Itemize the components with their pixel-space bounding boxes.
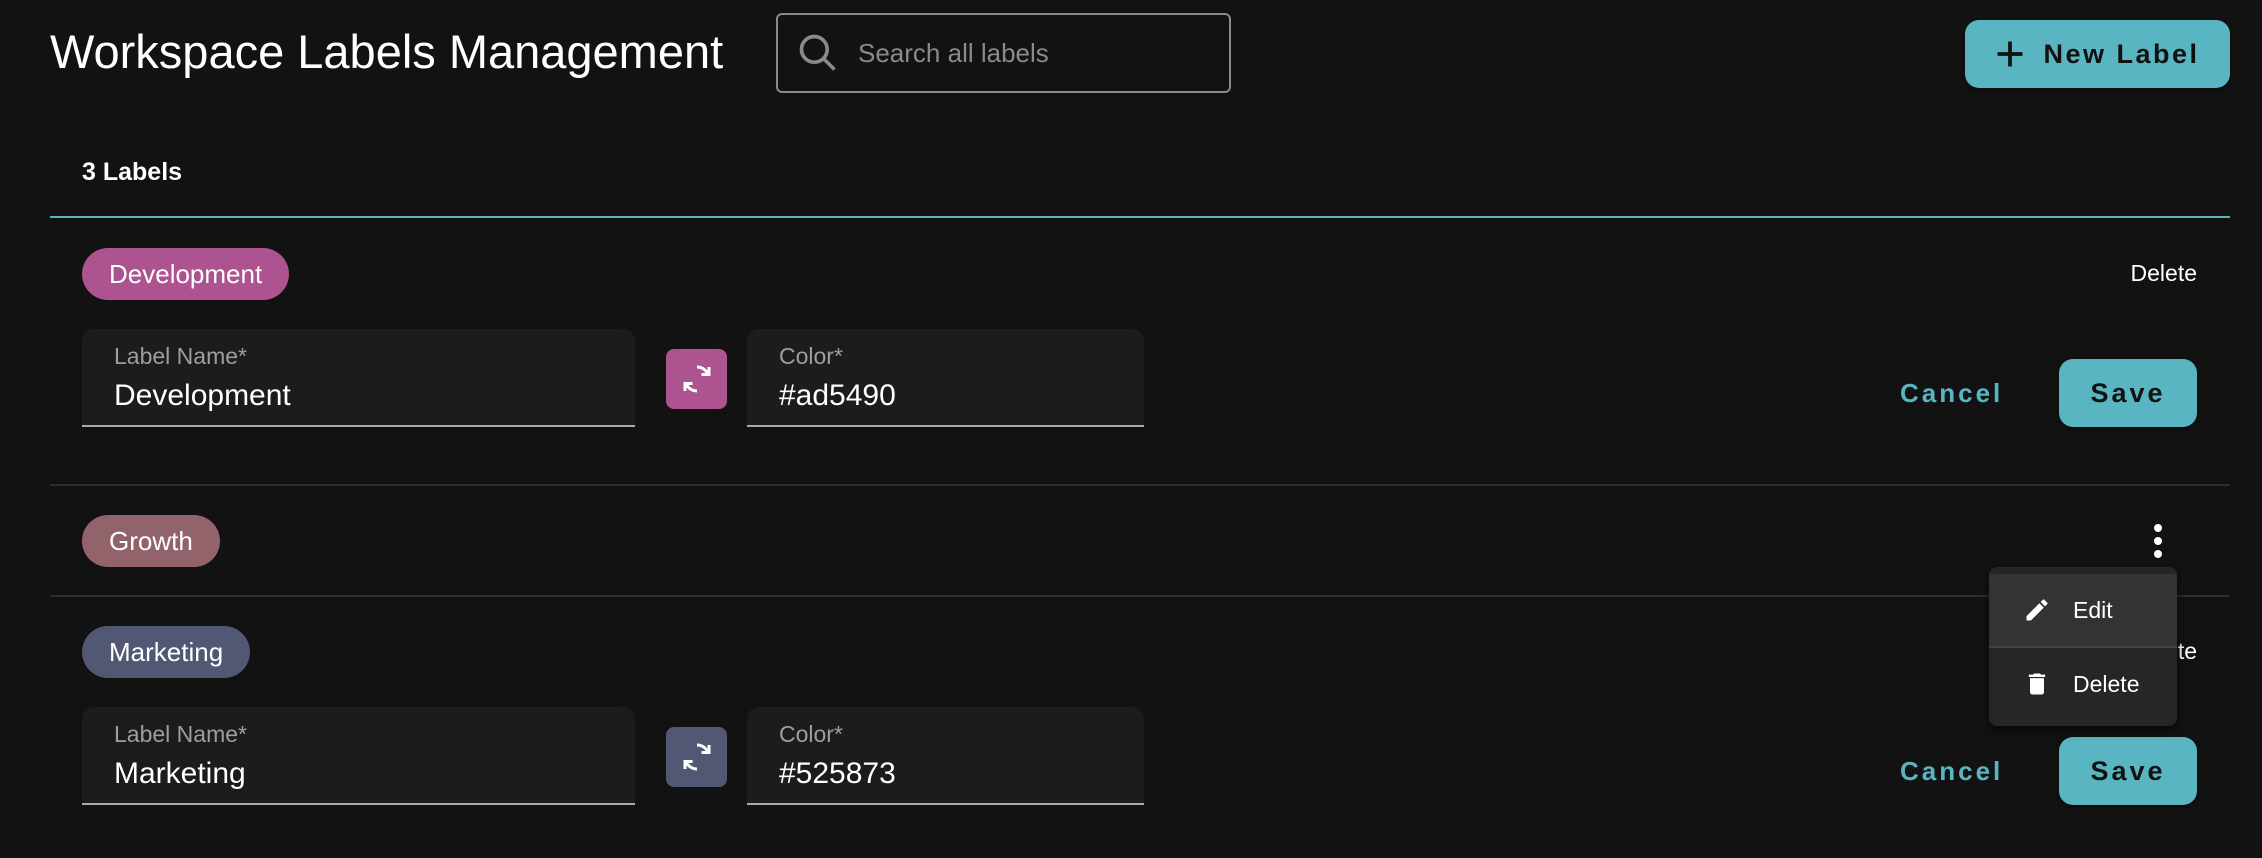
label-name-field[interactable]: Label Name* Development — [82, 329, 635, 427]
delete-link[interactable]: Delete — [2131, 260, 2197, 287]
label-chip-growth: Growth — [82, 515, 220, 567]
trash-icon — [2028, 673, 2046, 695]
search-box[interactable] — [776, 13, 1231, 93]
label-name-value[interactable]: Marketing — [114, 757, 246, 791]
menu-item-label: Edit — [2073, 596, 2113, 623]
save-button[interactable]: Save — [2059, 359, 2197, 427]
color-field[interactable]: Color* #525873 — [747, 707, 1144, 805]
field-label: Label Name* — [114, 721, 247, 747]
randomize-color-button[interactable] — [666, 349, 727, 409]
label-name-value[interactable]: Development — [114, 379, 291, 413]
new-label-button-text: New Label — [2043, 38, 2200, 69]
page-title: Workspace Labels Management — [50, 25, 724, 78]
color-value[interactable]: #ad5490 — [779, 379, 896, 413]
field-label: Label Name* — [114, 343, 247, 369]
color-value[interactable]: #525873 — [779, 757, 896, 791]
label-chip-marketing: Marketing — [82, 626, 251, 678]
menu-item-delete[interactable]: Delete — [1989, 648, 2177, 720]
save-button[interactable]: Save — [2059, 737, 2197, 805]
label-name-field[interactable]: Label Name* Marketing — [82, 707, 635, 805]
cancel-button[interactable]: Cancel — [1900, 378, 2003, 409]
color-field[interactable]: Color* #ad5490 — [747, 329, 1144, 427]
refresh-icon — [683, 365, 710, 393]
cancel-button[interactable]: Cancel — [1900, 756, 2003, 787]
menu-item-label: Delete — [2073, 670, 2140, 697]
context-menu: Edit Delete — [1989, 567, 2177, 726]
row-divider — [50, 484, 2230, 486]
pencil-icon — [2026, 599, 2048, 621]
kebab-menu-icon — [2154, 524, 2162, 558]
refresh-icon — [683, 743, 710, 771]
plus-icon — [1997, 41, 2023, 67]
more-options-button[interactable] — [2143, 522, 2173, 565]
menu-item-edit[interactable]: Edit — [1989, 574, 2177, 646]
row-divider — [50, 595, 2230, 597]
search-input[interactable] — [856, 36, 1200, 70]
field-label: Color* — [779, 343, 843, 369]
field-label: Color* — [779, 721, 843, 747]
labels-count: 3 Labels — [82, 158, 183, 186]
search-icon — [799, 34, 836, 71]
header-divider — [50, 216, 2230, 218]
new-label-button[interactable]: New Label — [1965, 20, 2230, 88]
label-chip-development: Development — [82, 248, 290, 300]
randomize-color-button[interactable] — [666, 727, 727, 787]
